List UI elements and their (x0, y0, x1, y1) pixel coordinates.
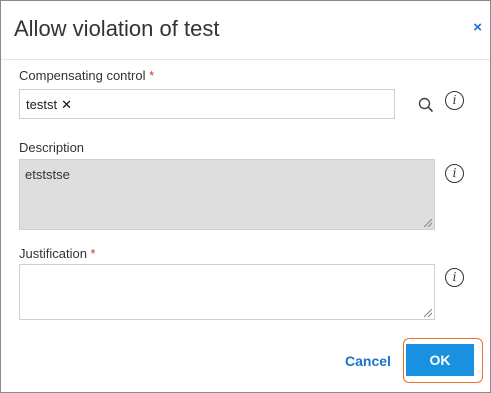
compensating-control-label: Compensating control * (19, 68, 154, 83)
required-marker: * (149, 68, 155, 83)
cancel-button[interactable]: Cancel (345, 353, 391, 369)
chip-remove-icon[interactable]: ✕ (61, 97, 72, 112)
description-textarea: etststse (19, 159, 435, 230)
allow-violation-dialog: Allow violation of test × Compensating c… (0, 0, 491, 393)
selected-control-chip: testst ✕ (26, 97, 72, 113)
search-icon[interactable] (418, 97, 434, 113)
dialog-title: Allow violation of test (14, 16, 220, 41)
resize-handle (424, 219, 432, 227)
required-marker: * (90, 246, 96, 261)
description-value: etststse (25, 167, 70, 182)
description-label: Description (19, 140, 85, 155)
compensating-control-label-text: Compensating control (19, 68, 146, 83)
dialog-header: Allow violation of test × (1, 1, 490, 60)
justification-label: Justification * (19, 246, 96, 261)
justification-label-text: Justification (19, 246, 87, 261)
compensating-control-input[interactable]: testst ✕ (19, 89, 395, 119)
ok-button[interactable]: OK (406, 344, 474, 376)
close-icon[interactable]: × (473, 19, 482, 36)
justification-textarea[interactable] (19, 264, 435, 320)
chip-label: testst (26, 97, 58, 112)
justification-info-icon[interactable]: i (445, 268, 464, 287)
description-info-icon[interactable]: i (445, 164, 464, 183)
resize-handle[interactable] (424, 309, 432, 317)
compensating-control-info-icon[interactable]: i (445, 91, 464, 110)
